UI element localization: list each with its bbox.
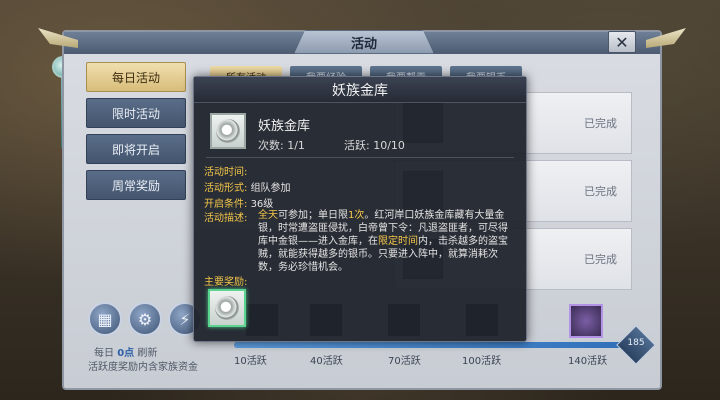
reset-subtitle: 活跃度奖励内含家族资金 (88, 362, 198, 373)
activity-points: 活跃: 10/10 (344, 139, 405, 152)
status-label: 已完成 (584, 185, 617, 198)
divider (206, 157, 514, 158)
status-label: 已完成 (584, 117, 617, 130)
swirl-icon (215, 296, 239, 320)
tab-upcoming[interactable]: 即将开启 (86, 134, 186, 164)
status-label: 已完成 (584, 253, 617, 266)
activity-detail-popup: 妖族金库 妖族金库 次数: 1/1 活跃: 10/10 活动时间: 活动形式: … (193, 76, 527, 342)
tab-limited[interactable]: 限时活动 (86, 98, 186, 128)
milestone-label: 10活跃 (234, 356, 267, 367)
milestone-reward-slot-ready[interactable] (569, 304, 603, 338)
milestone-label: 140活跃 (568, 356, 608, 367)
popup-title: 妖族金库 (194, 77, 526, 103)
progress-fill (234, 342, 634, 348)
category-tabs: 每日活动 限时活动 即将开启 周常奖励 (86, 62, 186, 206)
swirl-icon (216, 119, 240, 143)
close-button[interactable]: ✕ (608, 31, 636, 53)
activity-name: 妖族金库 (258, 119, 311, 134)
tab-daily[interactable]: 每日活动 (86, 62, 186, 92)
activity-description: 全天可参加；单日限1次。红河岸口妖族金库藏有大量金银，时常遭盗匪侵扰，白帝曾下令… (258, 210, 508, 273)
milestone-label: 100活跃 (462, 356, 502, 367)
window-titlebar: 活动 ✕ (38, 28, 686, 54)
total-activity-value: 185 (627, 338, 645, 348)
milestone-label: 40活跃 (310, 356, 343, 367)
window-title: 活动 (294, 30, 434, 54)
activity-count: 次数: 1/1 (258, 139, 305, 152)
reward-label: 主要奖励: (204, 277, 248, 288)
reset-info: 每日 0点 刷新 (94, 348, 158, 359)
activity-item-icon (210, 113, 246, 149)
activity-time-row: 活动时间: (204, 167, 248, 178)
calendar-button[interactable]: ▦ (88, 302, 122, 336)
tab-weekly[interactable]: 周常奖励 (86, 170, 186, 200)
activity-desc-label: 活动描述: (204, 213, 248, 224)
activity-form-row: 活动形式: 组队参加 (204, 183, 291, 194)
progress-track (234, 342, 634, 348)
milestone-label: 70活跃 (388, 356, 421, 367)
settings-button[interactable]: ⚙ (128, 302, 162, 336)
reward-item-icon[interactable] (208, 289, 246, 327)
activity-level-row: 开启条件: 36级 (204, 199, 274, 210)
